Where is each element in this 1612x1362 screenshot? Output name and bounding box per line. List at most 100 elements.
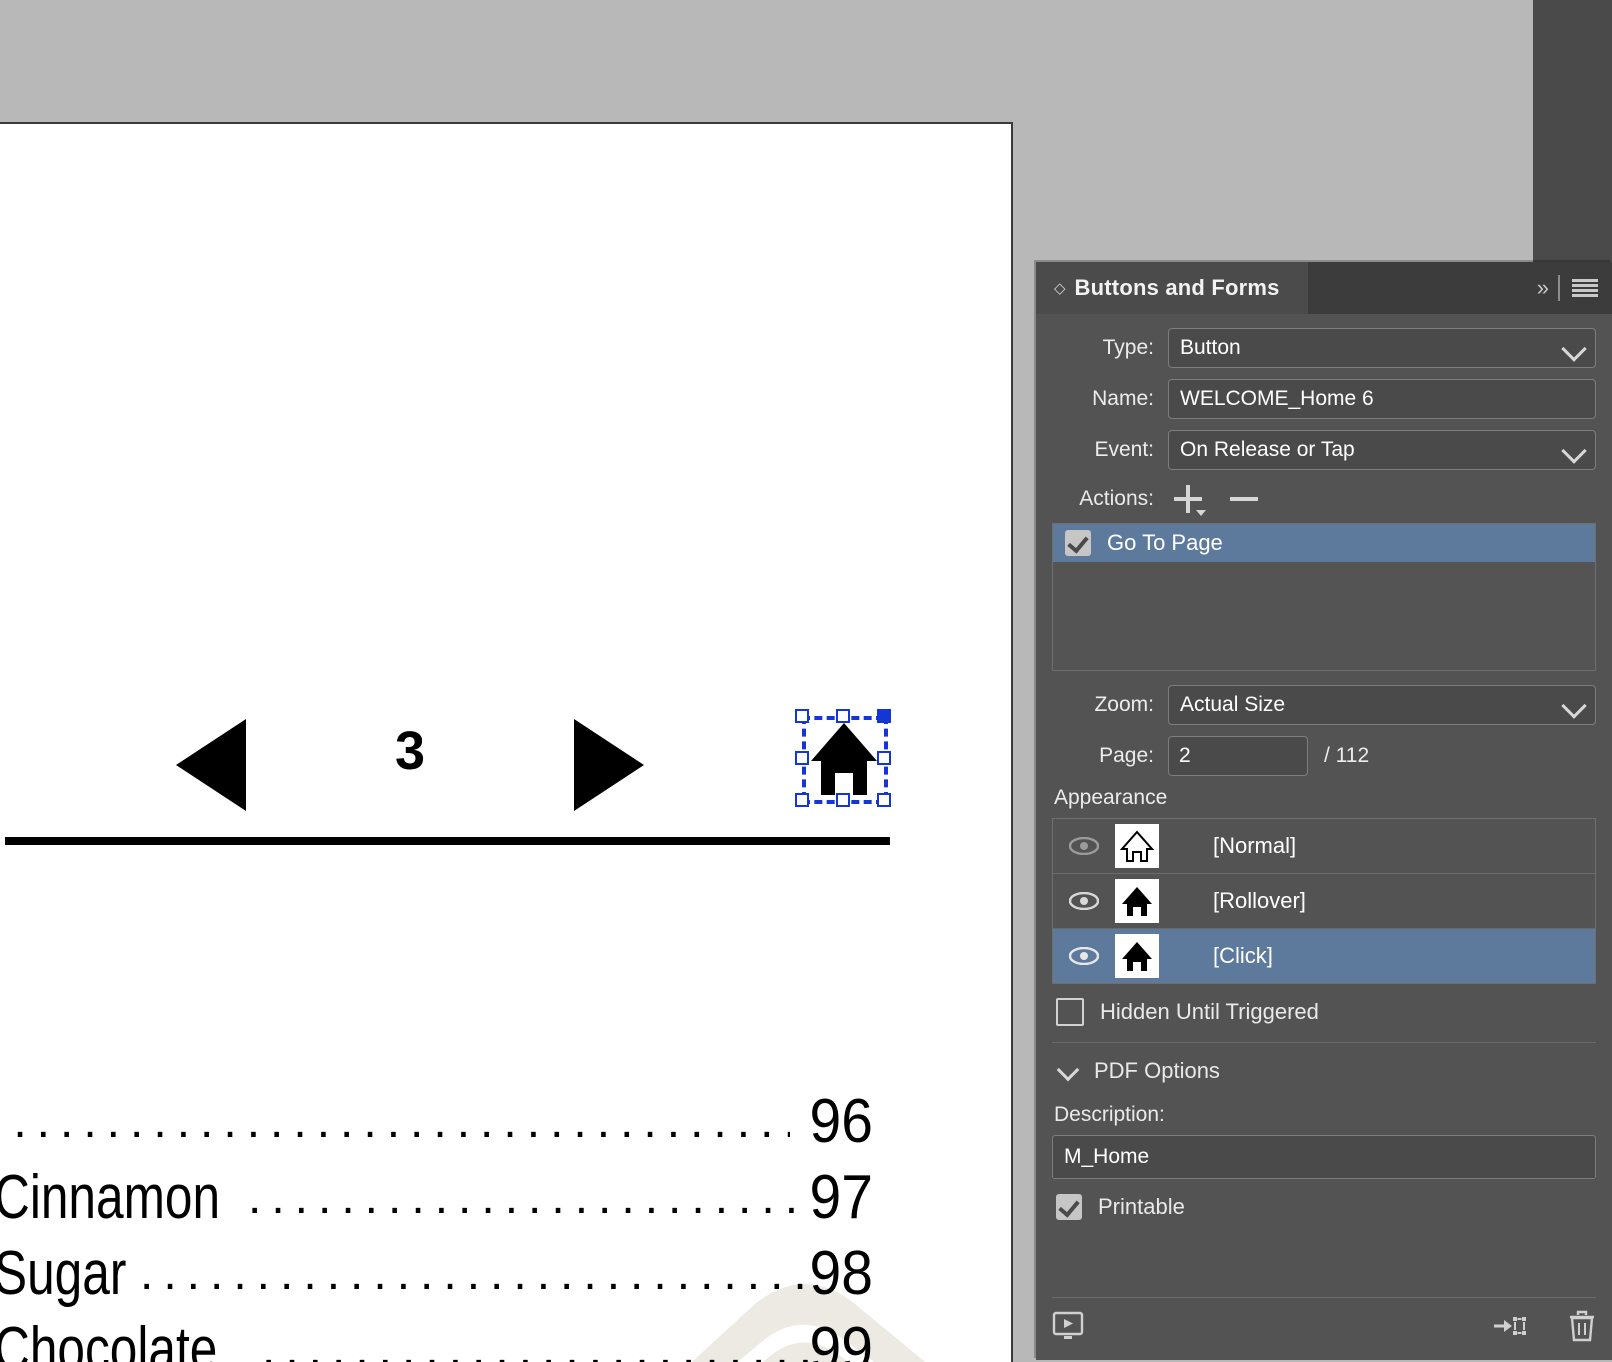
- event-row: Event: On Release or Tap: [1052, 430, 1596, 470]
- plus-icon[interactable]: [1174, 484, 1206, 516]
- toc-row: Sugar ..................................…: [0, 1236, 1011, 1312]
- footer-left-group: [1052, 1311, 1492, 1347]
- convert-to-object-icon[interactable]: [1492, 1312, 1528, 1346]
- description-input[interactable]: M_Home: [1052, 1135, 1596, 1179]
- action-item-go-to-page[interactable]: Go To Page: [1053, 524, 1595, 562]
- page-input[interactable]: 2: [1168, 736, 1308, 776]
- toc-entry-label: Sugar: [0, 1239, 127, 1308]
- event-label: Event:: [1094, 438, 1154, 461]
- appearance-label: [Rollover]: [1213, 888, 1306, 913]
- description-label: Description:: [1054, 1103, 1165, 1126]
- toc-leader-dots: ...................................: [262, 1323, 808, 1362]
- toc-entry-page: 98: [809, 1239, 873, 1308]
- zoom-select[interactable]: Actual Size: [1168, 685, 1596, 725]
- pdf-options-label: PDF Options: [1094, 1058, 1220, 1083]
- actions-row: Actions:: [1052, 484, 1596, 516]
- name-value: WELCOME_Home 6: [1180, 387, 1374, 410]
- toc-row: ........................................…: [0, 1084, 1011, 1160]
- toc-entry-page: 99: [809, 1315, 873, 1362]
- triangle-right-icon[interactable]: [574, 719, 644, 811]
- toc-leader-dots: ........................................…: [0, 1095, 790, 1148]
- resize-handle-sw[interactable]: [795, 793, 809, 807]
- action-label: Go To Page: [1107, 530, 1223, 555]
- toc-leader-dots: ....................................: [248, 1171, 808, 1224]
- description-value: M_Home: [1064, 1145, 1150, 1168]
- type-label: Type:: [1102, 336, 1154, 359]
- horizontal-rule: [5, 837, 890, 845]
- appearance-label: [Click]: [1213, 943, 1273, 968]
- panel-footer: [1052, 1297, 1596, 1360]
- resize-handle-n[interactable]: [836, 709, 850, 723]
- triangle-left-icon[interactable]: [176, 719, 246, 811]
- toc-entry-label: Chocolate: [0, 1315, 218, 1362]
- pdf-options-row[interactable]: PDF Options: [1052, 1043, 1596, 1099]
- hamburger-menu-icon[interactable]: [1572, 279, 1598, 297]
- page-value: 2: [1179, 744, 1191, 767]
- page-label: Page:: [1099, 744, 1154, 767]
- type-row: Type: Button: [1052, 328, 1596, 368]
- hidden-until-triggered-row[interactable]: Hidden Until Triggered: [1052, 984, 1596, 1040]
- chevron-down-icon[interactable]: [1058, 1060, 1080, 1082]
- panel-tab-controls: »: [1537, 262, 1598, 314]
- page-number-text: 3: [394, 721, 426, 781]
- house-solid-icon: [1115, 934, 1159, 978]
- diamond-icon: ◇: [1054, 279, 1066, 297]
- tab-buttons-and-forms[interactable]: ◇ Buttons and Forms: [1036, 262, 1308, 314]
- buttons-and-forms-panel: ◇ Buttons and Forms » Type: Button Name:: [1036, 262, 1612, 1360]
- page-row: Page: 2 / 112: [1052, 736, 1596, 776]
- double-chevron-icon[interactable]: »: [1537, 277, 1549, 299]
- event-value: On Release or Tap: [1180, 438, 1355, 461]
- resize-handle-s[interactable]: [836, 793, 850, 807]
- appearance-row-rollover[interactable]: [Rollover]: [1053, 874, 1595, 929]
- name-label: Name:: [1092, 387, 1154, 410]
- actions-list[interactable]: Go To Page: [1052, 523, 1596, 671]
- toc-entry-page: 97: [809, 1163, 873, 1232]
- printable-checkbox[interactable]: [1056, 1194, 1082, 1220]
- preview-monitor-icon[interactable]: [1052, 1311, 1084, 1346]
- document-page[interactable]: 3 .................................. 96 …: [0, 122, 1013, 1362]
- resize-handle-se[interactable]: [877, 793, 891, 807]
- footer-right-group: [1492, 1310, 1596, 1348]
- page-navigation-strip: 3: [0, 354, 1011, 845]
- eye-icon[interactable]: [1053, 947, 1115, 965]
- panel-body: Type: Button Name: WELCOME_Home 6 Event:: [1036, 314, 1612, 1235]
- page-total-label: / 112: [1324, 744, 1370, 767]
- eye-icon[interactable]: [1053, 892, 1115, 910]
- printable-row[interactable]: Printable: [1052, 1179, 1596, 1235]
- house-solid-icon: [809, 721, 879, 797]
- appearance-label: [Normal]: [1213, 833, 1297, 858]
- appearance-row-normal[interactable]: [Normal]: [1053, 819, 1595, 874]
- trash-icon[interactable]: [1568, 1310, 1596, 1348]
- action-checkbox[interactable]: [1065, 530, 1091, 556]
- toc-entry-page: 96: [809, 1087, 873, 1156]
- appearance-list[interactable]: [Normal] [Rollover] [Click]: [1052, 818, 1596, 984]
- type-select[interactable]: Button: [1168, 328, 1596, 368]
- toc-row: Cinnamon ...............................…: [0, 1160, 1011, 1236]
- divider: [1558, 275, 1560, 301]
- resize-handle-w[interactable]: [795, 751, 809, 765]
- appearance-title: Appearance: [1054, 786, 1168, 809]
- zoom-value: Actual Size: [1180, 693, 1286, 716]
- zoom-label: Zoom:: [1094, 693, 1154, 716]
- event-select[interactable]: On Release or Tap: [1168, 430, 1596, 470]
- type-value: Button: [1180, 336, 1241, 359]
- resize-handle-nw[interactable]: [795, 709, 809, 723]
- resize-handle-e[interactable]: [877, 751, 891, 765]
- hidden-until-triggered-label: Hidden Until Triggered: [1100, 999, 1319, 1024]
- selected-home-button[interactable]: [795, 709, 891, 809]
- toc-entry-label: Cinnamon: [0, 1163, 221, 1232]
- panel-title: Buttons and Forms: [1074, 275, 1280, 300]
- zoom-row: Zoom: Actual Size: [1052, 685, 1596, 725]
- toc-row: Chocolate ..............................…: [0, 1312, 1011, 1362]
- house-outline-icon: [1115, 824, 1159, 868]
- name-input[interactable]: WELCOME_Home 6: [1168, 379, 1596, 419]
- actions-label: Actions:: [1079, 487, 1154, 510]
- printable-label: Printable: [1098, 1194, 1185, 1219]
- minus-icon[interactable]: [1230, 484, 1260, 514]
- hidden-until-triggered-checkbox[interactable]: [1056, 998, 1084, 1026]
- eye-icon[interactable]: [1053, 837, 1115, 855]
- appearance-row-click[interactable]: [Click]: [1053, 929, 1595, 983]
- panel-tab-bar: ◇ Buttons and Forms »: [1036, 262, 1612, 314]
- table-of-contents: ........................................…: [0, 1084, 1011, 1362]
- resize-handle-ne[interactable]: [877, 709, 891, 723]
